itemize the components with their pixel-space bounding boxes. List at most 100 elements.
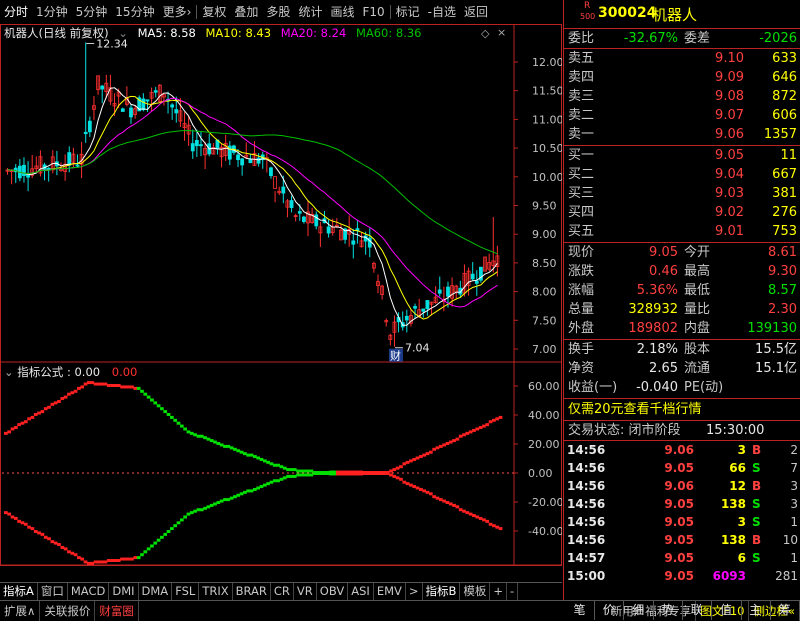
- toolbar-item[interactable]: 统计: [294, 0, 326, 24]
- toolbar-item[interactable]: 画线: [326, 0, 358, 24]
- indicator-tab[interactable]: >: [406, 583, 423, 600]
- ind-line-upper: [419, 455, 423, 459]
- indicator-tab[interactable]: EMV: [374, 583, 406, 600]
- indicator-tab[interactable]: +: [490, 583, 508, 600]
- toolbar-item[interactable]: 复权: [198, 0, 230, 24]
- book-row[interactable]: 买五 9.01 753: [564, 222, 800, 241]
- close-icon[interactable]: ×: [497, 26, 506, 39]
- book-row[interactable]: 买三 9.03 381: [564, 184, 800, 203]
- toolbar-item[interactable]: 更多›: [159, 0, 196, 24]
- status-item[interactable]: 财富圈: [95, 601, 139, 621]
- toolbar-item[interactable]: 分时: [0, 0, 32, 24]
- tick-row[interactable]: 14:57 9.05 6 S 1: [564, 549, 800, 567]
- book-row[interactable]: 卖三 9.08 872: [564, 87, 800, 106]
- ind-line-upper: [249, 453, 254, 457]
- candle-body: [120, 108, 125, 112]
- toolbar-item[interactable]: 叠加: [230, 0, 262, 24]
- chart-canvas[interactable]: 12.00 11.50 11.00 10.50 10.00 9.50 9.00 8.50 8.0…: [0, 24, 562, 566]
- side-tab-item[interactable]: 值: [712, 600, 742, 620]
- stock-code: 300024: [598, 5, 657, 21]
- ind-line-lower: [299, 473, 304, 477]
- status-item[interactable]: 关联报价: [40, 601, 96, 621]
- kline-chart[interactable]: 12.00 11.50 11.00 10.50 10.00 9.50 9.00 8.50 8.0…: [0, 24, 562, 566]
- indicator-tab[interactable]: DMA: [139, 583, 173, 600]
- quote-value: 189802: [628, 321, 678, 336]
- promo-text[interactable]: 仅需20元查看千档行情: [568, 400, 702, 419]
- book-row[interactable]: 买一 9.05 11: [564, 146, 800, 165]
- ind-line-upper: [186, 430, 191, 434]
- tick-volume: 6: [737, 551, 746, 565]
- promo-banner[interactable]: 仅需20元查看千档行情: [564, 400, 800, 419]
- indicator-tab[interactable]: TRIX: [199, 583, 233, 600]
- indicator-tab[interactable]: 指标A: [0, 583, 38, 600]
- book-row[interactable]: 买四 9.02 276: [564, 203, 800, 222]
- rating-number: 500: [580, 12, 596, 21]
- ind-line-lower: [57, 543, 61, 547]
- indicator-tab[interactable]: OBV: [317, 583, 349, 600]
- tick-side: B: [752, 533, 762, 547]
- diamond-icon[interactable]: ◇: [481, 27, 489, 40]
- indicator-tab[interactable]: MACD: [68, 583, 110, 600]
- toolbar-item[interactable]: -自选: [424, 0, 460, 24]
- book-row[interactable]: 卖四 9.09 646: [564, 68, 800, 87]
- ind-line-lower: [339, 470, 344, 474]
- toolbar-item[interactable]: 返回: [460, 0, 492, 24]
- indicator-tab[interactable]: ASI: [348, 583, 374, 600]
- ind-line-lower: [160, 535, 164, 539]
- tick-row[interactable]: 14:56 9.06 12 B 3: [564, 477, 800, 495]
- tick-row[interactable]: 15:00 9.05 6093 281: [564, 567, 800, 585]
- side-tab-item[interactable]: 联: [682, 600, 713, 620]
- tick-row[interactable]: 14:56 9.05 138 S 3: [564, 495, 800, 513]
- side-tab-item[interactable]: 细: [624, 600, 654, 620]
- indicator-tab[interactable]: VR: [294, 583, 317, 600]
- ind-line-upper: [236, 449, 241, 453]
- ind-line-upper: [30, 415, 35, 419]
- ind-line-lower: [233, 495, 237, 499]
- toolbar-item[interactable]: 标记: [392, 0, 424, 24]
- book-volume: 667: [772, 167, 797, 182]
- chevron-down-icon[interactable]: ⌄: [118, 26, 128, 40]
- quote-value: 0.46: [649, 264, 678, 279]
- status-item[interactable]: 扩展∧: [0, 601, 41, 621]
- indicator-tab[interactable]: 窗口: [38, 583, 68, 600]
- indicator-tab[interactable]: DMI: [109, 583, 139, 600]
- indicator-tab[interactable]: BRAR: [233, 583, 271, 600]
- side-tab-item[interactable]: 筹: [770, 600, 800, 620]
- tick-price: 9.05: [664, 551, 694, 565]
- book-row[interactable]: 卖一 9.06 1357: [564, 125, 800, 144]
- ind-line-upper: [133, 386, 138, 390]
- indicator-tab[interactable]: -: [507, 583, 519, 600]
- ind-line-upper: [272, 463, 277, 467]
- book-volume: 633: [772, 51, 797, 66]
- low-label: 7.04: [405, 342, 430, 355]
- side-tab-item[interactable]: 势: [653, 600, 683, 620]
- candle-body: [301, 216, 306, 223]
- ind-line-lower: [262, 483, 267, 487]
- candle-body: [256, 157, 261, 164]
- indicator-tab[interactable]: CR: [271, 583, 294, 600]
- tick-row[interactable]: 14:56 9.05 138 B 10: [564, 531, 800, 549]
- tick-row[interactable]: 14:56 9.05 3 S 1: [564, 513, 800, 531]
- indicator-menu-icon[interactable]: ⌄: [4, 365, 14, 379]
- toolbar-item[interactable]: F10: [358, 0, 388, 24]
- tick-row[interactable]: 14:56 9.05 66 S 7: [564, 459, 800, 477]
- side-tab-item[interactable]: 价: [594, 600, 625, 620]
- book-label: 卖一: [568, 127, 595, 142]
- toolbar-item[interactable]: 1分钟: [32, 0, 72, 24]
- ind-line-upper: [216, 442, 221, 445]
- toolbar-item[interactable]: 5分钟: [72, 0, 112, 24]
- indicator-title[interactable]: 指标公式 : 0.00: [17, 365, 100, 379]
- book-row[interactable]: 买二 9.04 667: [564, 165, 800, 184]
- toolbar-item[interactable]: 多股: [262, 0, 294, 24]
- book-row[interactable]: 卖二 9.07 606: [564, 106, 800, 125]
- ind-line-upper: [259, 457, 264, 461]
- tick-row[interactable]: 14:56 9.06 3 B 2: [564, 441, 800, 459]
- toolbar-item[interactable]: 15分钟: [111, 0, 158, 24]
- side-tab-item[interactable]: 主: [741, 600, 771, 620]
- indicator-tab[interactable]: 模板: [460, 583, 491, 600]
- book-row[interactable]: 卖五 9.10 633: [564, 49, 800, 68]
- indicator-tab[interactable]: FSL: [172, 583, 200, 600]
- indicator-tab[interactable]: 指标B: [423, 583, 461, 600]
- side-tab-item[interactable]: 笔: [565, 600, 595, 620]
- ind-line-lower: [329, 470, 334, 474]
